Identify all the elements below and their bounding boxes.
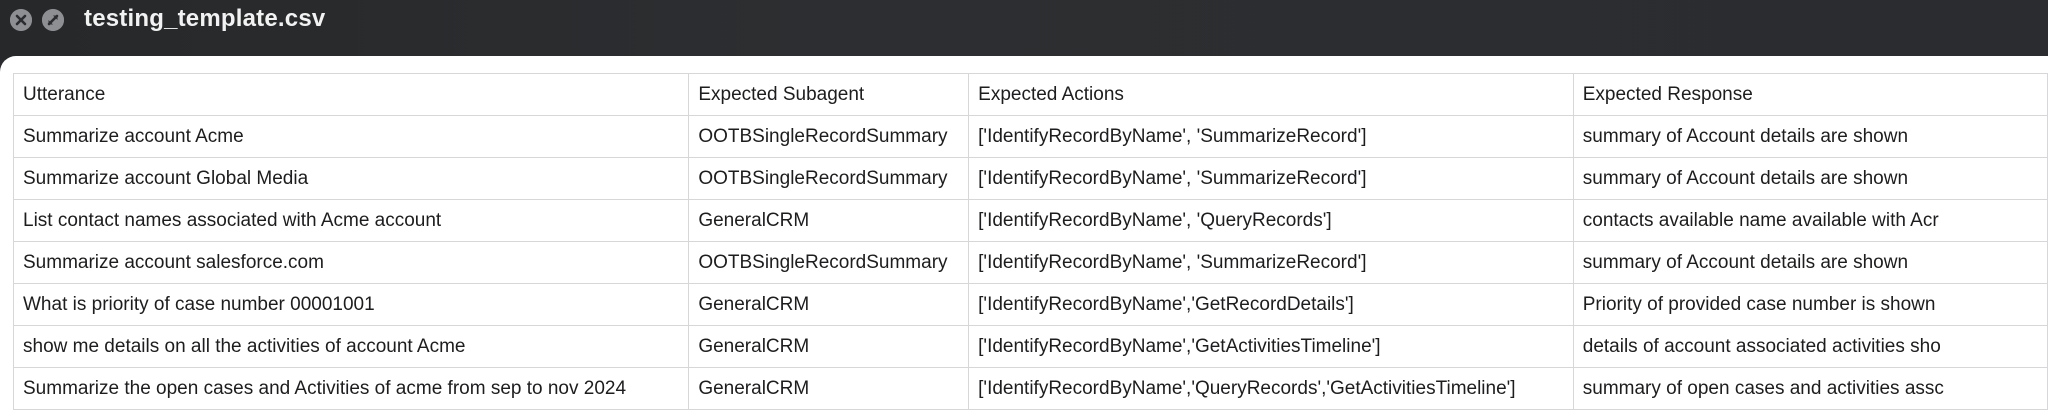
table-cell: summary of Account details are shown: [1572, 115, 2048, 158]
table-row: Summarize the open cases and Activities …: [12, 367, 2048, 410]
table-cell: Summarize account Acme: [12, 115, 690, 158]
table-cell: Summarize account salesforce.com: [12, 241, 690, 284]
table-cell: Summarize account Global Media: [12, 157, 690, 200]
window-titlebar: testing_template.csv: [0, 0, 2048, 60]
table-header-row: Utterance Expected Subagent Expected Act…: [12, 73, 2048, 116]
table-cell: ['IdentifyRecordByName','QueryRecords','…: [968, 367, 1574, 410]
table-cell: GeneralCRM: [688, 325, 970, 368]
table-cell: ['IdentifyRecordByName', 'SummarizeRecor…: [968, 157, 1574, 200]
table-cell: ['IdentifyRecordByName', 'SummarizeRecor…: [968, 115, 1574, 158]
table-row: What is priority of case number 00001001…: [12, 283, 2048, 326]
table-cell: summary of Account details are shown: [1572, 157, 2048, 200]
table-cell: Priority of provided case number is show…: [1572, 283, 2048, 326]
table-row: Summarize account Global Media OOTBSingl…: [12, 157, 2048, 200]
table-cell: OOTBSingleRecordSummary: [688, 157, 970, 200]
table-row: List contact names associated with Acme …: [12, 199, 2048, 242]
fullscreen-icon[interactable]: [42, 9, 64, 31]
table-cell: OOTBSingleRecordSummary: [688, 241, 970, 284]
table-cell: ['IdentifyRecordByName','GetActivitiesTi…: [968, 325, 1574, 368]
table-cell: ['IdentifyRecordByName', 'SummarizeRecor…: [968, 241, 1574, 284]
csv-preview[interactable]: Utterance Expected Subagent Expected Act…: [0, 56, 2048, 419]
column-header-expected-actions: Expected Actions: [968, 73, 1574, 116]
column-header-expected-subagent: Expected Subagent: [688, 73, 970, 116]
table-cell: ['IdentifyRecordByName','GetRecordDetail…: [968, 283, 1574, 326]
table-row: Summarize account salesforce.com OOTBSin…: [12, 241, 2048, 284]
table-cell: Summarize the open cases and Activities …: [12, 367, 690, 410]
close-icon[interactable]: [10, 9, 32, 31]
table-cell: List contact names associated with Acme …: [12, 199, 690, 242]
table-row: show me details on all the activities of…: [12, 325, 2048, 368]
table-cell: contacts available name available with A…: [1572, 199, 2048, 242]
table-cell: summary of Account details are shown: [1572, 241, 2048, 284]
table-cell: GeneralCRM: [688, 283, 970, 326]
table-cell: GeneralCRM: [688, 367, 970, 410]
table-cell: summary of open cases and activities ass…: [1572, 367, 2048, 410]
window-controls: [10, 9, 64, 31]
table-cell: show me details on all the activities of…: [12, 325, 690, 368]
csv-table: Utterance Expected Subagent Expected Act…: [12, 73, 2048, 410]
window-title: testing_template.csv: [84, 5, 326, 32]
table-cell: details of account associated activities…: [1572, 325, 2048, 368]
table-cell: ['IdentifyRecordByName', 'QueryRecords']: [968, 199, 1574, 242]
table-cell: What is priority of case number 00001001: [12, 283, 690, 326]
column-header-expected-response: Expected Response: [1572, 73, 2048, 116]
table-cell: GeneralCRM: [688, 199, 970, 242]
table-row: Summarize account Acme OOTBSingleRecordS…: [12, 115, 2048, 158]
column-header-utterance: Utterance: [12, 73, 690, 116]
table-cell: OOTBSingleRecordSummary: [688, 115, 970, 158]
